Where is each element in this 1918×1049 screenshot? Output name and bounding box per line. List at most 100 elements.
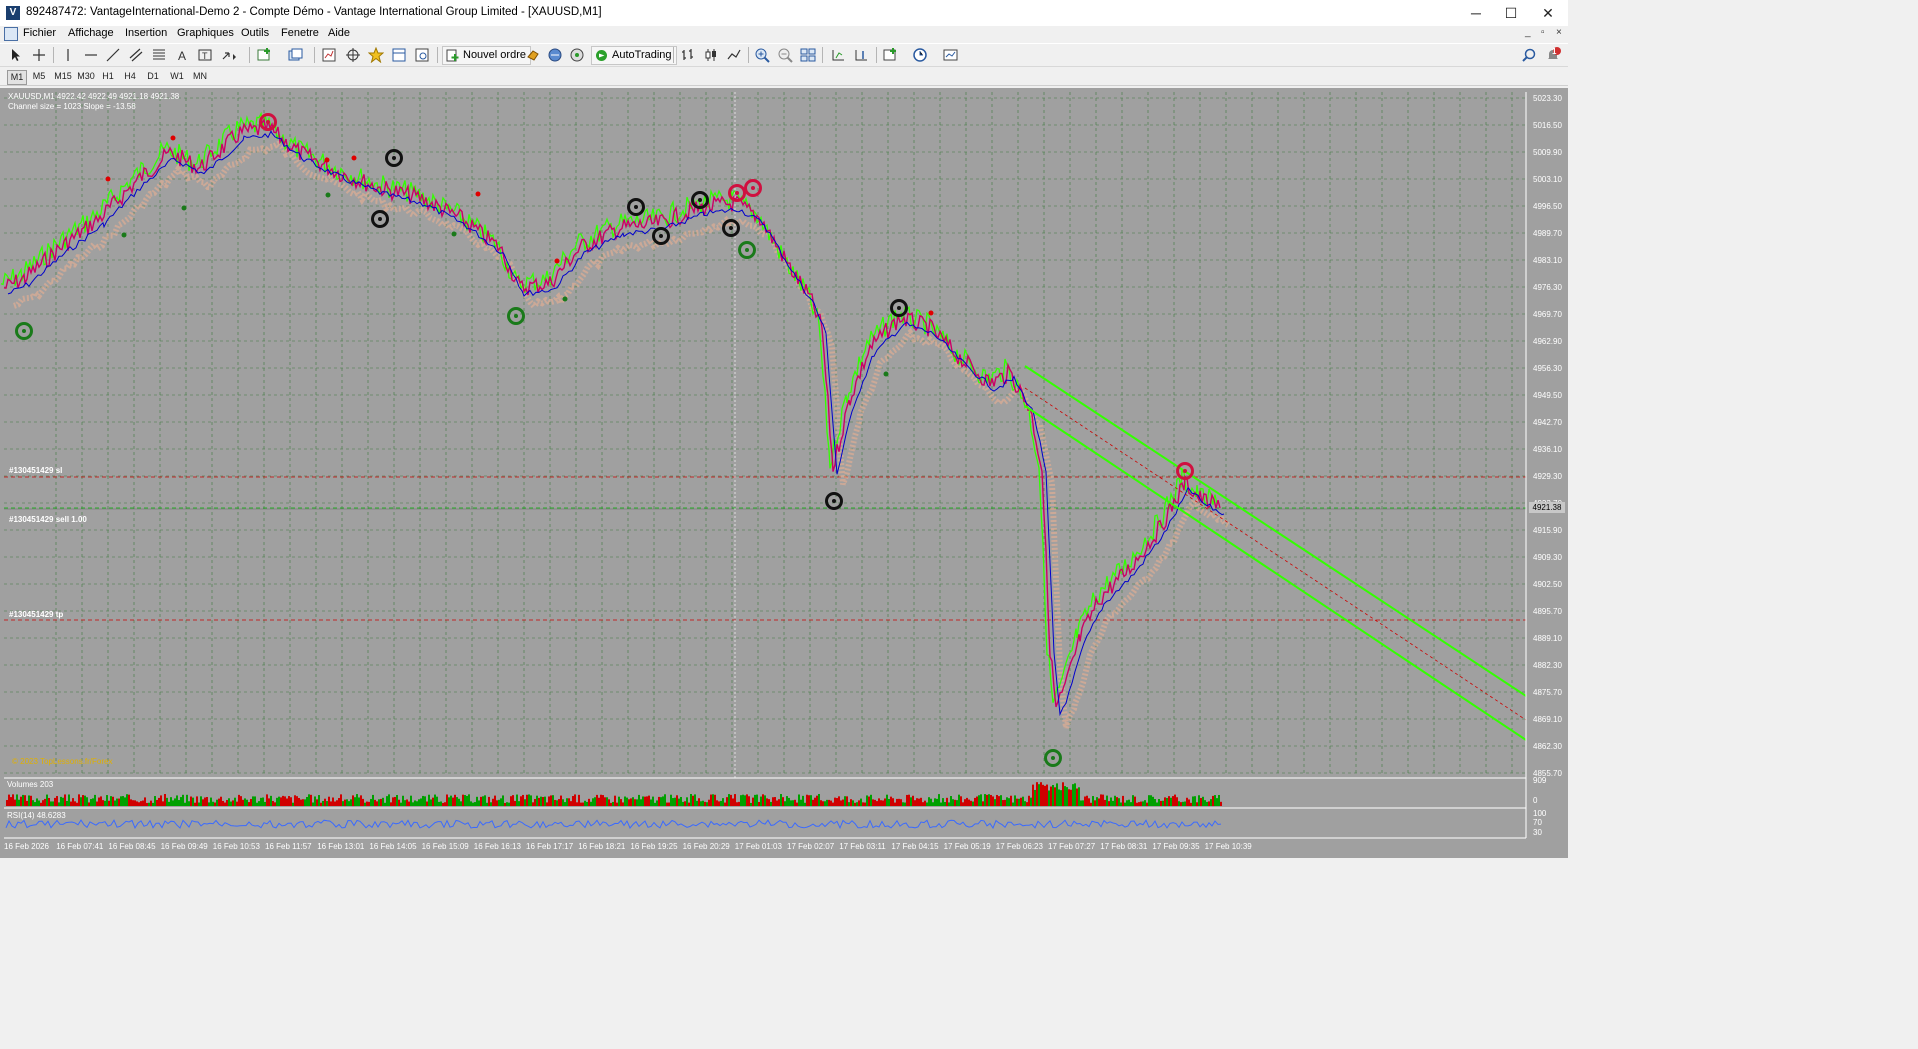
zoom-in-icon[interactable] xyxy=(754,47,770,63)
volume-bar xyxy=(1046,784,1048,806)
volume-bar xyxy=(64,794,66,806)
vertical-line-icon[interactable] xyxy=(60,47,76,63)
vps-icon[interactable] xyxy=(569,47,585,63)
horizontal-line-icon[interactable] xyxy=(83,47,99,63)
menu-insertion[interactable]: Insertion xyxy=(125,27,167,39)
volume-bar xyxy=(1164,797,1166,806)
volume-bar xyxy=(382,797,384,806)
new-order-button[interactable]: Nouvel ordre xyxy=(442,46,531,65)
volume-bar xyxy=(170,797,172,806)
volume-bar xyxy=(822,801,824,806)
tile-windows-icon[interactable] xyxy=(800,47,816,63)
auto-scroll-icon[interactable] xyxy=(830,47,846,63)
signal-dot xyxy=(121,232,127,238)
volume-bar xyxy=(746,794,748,806)
menu-aide[interactable]: Aide xyxy=(328,27,350,39)
terminal-icon[interactable] xyxy=(391,47,407,63)
volume-bar xyxy=(686,797,688,806)
volume-bar xyxy=(612,801,614,806)
timeframe-m15[interactable]: M15 xyxy=(53,70,73,83)
volume-bar xyxy=(252,796,254,806)
menu-fenetre[interactable]: Fenetre xyxy=(281,27,319,39)
volume-bar xyxy=(150,800,152,806)
volume-bar xyxy=(378,799,380,806)
volume-bar xyxy=(978,795,980,806)
templates-icon[interactable] xyxy=(943,47,959,63)
timeframe-m1[interactable]: M1 xyxy=(7,70,27,85)
volume-bar xyxy=(854,802,856,806)
periods-icon[interactable] xyxy=(912,47,928,63)
volume-bar xyxy=(414,800,416,806)
timeframe-mn[interactable]: MN xyxy=(191,70,209,83)
volume-bar xyxy=(832,802,834,806)
timeframe-w1[interactable]: W1 xyxy=(168,70,186,83)
volume-bar xyxy=(976,796,978,806)
timeframe-m5[interactable]: M5 xyxy=(30,70,48,83)
cursor-icon[interactable] xyxy=(8,47,24,63)
data-window-icon[interactable] xyxy=(345,47,361,63)
volume-bar xyxy=(690,794,692,806)
candlestick-icon[interactable] xyxy=(703,47,719,63)
volume-bar xyxy=(462,794,464,806)
volume-bar xyxy=(386,796,388,806)
volume-bar xyxy=(534,798,536,806)
timeframe-d1[interactable]: D1 xyxy=(145,70,161,83)
chart-shift-icon[interactable] xyxy=(853,47,869,63)
market-watch-icon[interactable] xyxy=(321,47,337,63)
line-chart-icon[interactable] xyxy=(726,47,742,63)
text-label-icon[interactable]: T xyxy=(197,47,213,63)
chart-area[interactable]: XAUUSD,M1 4922.42 4922.49 4921.18 4921.3… xyxy=(0,88,1568,858)
timeframe-h4[interactable]: H4 xyxy=(122,70,138,83)
crosshair-icon[interactable] xyxy=(31,47,47,63)
price-tick-label: 4962.90 xyxy=(1533,337,1562,346)
strategy-tester-icon[interactable] xyxy=(414,47,430,63)
toolbar: A T Nouvel ordre AutoTrading 1 xyxy=(0,43,1568,67)
arrows-icon[interactable] xyxy=(220,47,236,63)
volume-bar xyxy=(388,794,390,806)
volume-bar xyxy=(130,799,132,806)
menu-graphiques[interactable]: Graphiques xyxy=(177,27,234,39)
timeframe-m30[interactable]: M30 xyxy=(76,70,96,83)
volume-bar xyxy=(62,797,64,806)
volume-bar xyxy=(564,802,566,806)
volume-bar xyxy=(596,794,598,806)
text-icon[interactable]: A xyxy=(174,47,190,63)
volume-bar xyxy=(320,802,322,806)
signals-icon[interactable] xyxy=(525,47,541,63)
volume-bar xyxy=(538,797,540,806)
volume-bar xyxy=(406,799,408,806)
indicators-icon[interactable] xyxy=(883,47,899,63)
channel-icon[interactable] xyxy=(128,47,144,63)
search-icon[interactable] xyxy=(1521,47,1537,63)
price-chart[interactable] xyxy=(0,88,1568,858)
timeframe-h1[interactable]: H1 xyxy=(100,70,116,83)
volume-bar xyxy=(502,795,504,806)
volume-bar xyxy=(370,798,372,806)
close-button[interactable]: ✕ xyxy=(1525,0,1571,26)
zoom-out-icon[interactable] xyxy=(777,47,793,63)
mdi-close-button[interactable]: × xyxy=(1556,27,1562,38)
volume-bar xyxy=(398,799,400,806)
bar-chart-icon[interactable] xyxy=(680,47,696,63)
price-tick-label: 5016.50 xyxy=(1533,121,1562,130)
menu-fichier[interactable]: Fichier xyxy=(23,27,56,39)
volume-bar xyxy=(874,799,876,806)
volume-bar xyxy=(516,794,518,806)
autotrading-button[interactable]: AutoTrading xyxy=(591,46,677,65)
trendline-icon[interactable] xyxy=(105,47,121,63)
mdi-minimize-button[interactable]: _ xyxy=(1525,27,1531,38)
market-icon[interactable] xyxy=(547,47,563,63)
chart-window-icon[interactable] xyxy=(4,27,18,41)
new-chart-icon[interactable] xyxy=(257,47,273,63)
volume-bar xyxy=(1110,797,1112,806)
mdi-restore-button[interactable]: ▫ xyxy=(1541,27,1545,38)
volume-bar xyxy=(1118,798,1120,806)
menu-affichage[interactable]: Affichage xyxy=(68,27,114,39)
rsi-line xyxy=(5,819,1222,830)
profiles-icon[interactable] xyxy=(288,47,304,63)
navigator-icon[interactable] xyxy=(368,47,384,63)
fibonacci-icon[interactable] xyxy=(151,47,167,63)
volume-bar xyxy=(884,798,886,806)
volume-bar xyxy=(280,797,282,806)
menu-outils[interactable]: Outils xyxy=(241,27,269,39)
